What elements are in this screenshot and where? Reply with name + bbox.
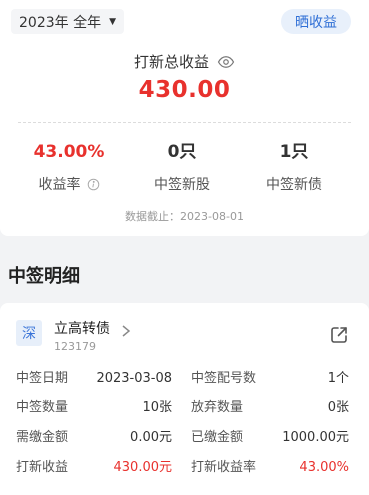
detail-key: 打新收益率	[191, 460, 257, 475]
return-rate-label: 收益率	[38, 177, 81, 193]
detail-row: 中签日期 2023-03-08 中签配号数 1个	[0, 369, 369, 389]
detail-key: 中签配号数	[191, 371, 257, 386]
caret-down-icon: ▼	[109, 16, 117, 27]
stat-new-stocks: 0只 中签新股	[122, 140, 242, 194]
dashed-divider	[18, 122, 351, 123]
return-rate-label-row: 收益率	[9, 174, 129, 194]
stat-new-bonds: 1只 中签新债	[234, 140, 354, 194]
detail-key: 需缴金额	[16, 430, 69, 445]
detail-key: 中签日期	[16, 371, 69, 386]
detail-value: 430.00元	[113, 460, 173, 475]
detail-value: 2023-03-08	[96, 371, 172, 386]
external-link-icon[interactable]	[329, 325, 349, 345]
section-title: 中签明细	[8, 266, 80, 287]
bond-name[interactable]: 立高转债	[54, 318, 110, 338]
info-icon[interactable]	[87, 178, 100, 191]
new-bonds-value: 1只	[279, 142, 309, 162]
detail-key: 已缴金额	[191, 430, 244, 445]
detail-row: 中签数量 10张 放弃数量 0张	[0, 398, 369, 418]
data-as-of: 数据截止：2023-08-01	[125, 210, 244, 223]
detail-value: 0张	[327, 400, 349, 415]
chevron-right-icon[interactable]	[119, 323, 133, 339]
total-earnings-label-row: 打新总收益	[0, 51, 369, 72]
detail-value: 10张	[142, 400, 172, 415]
market-badge: 深	[16, 320, 42, 346]
detail-value: 1000.00元	[282, 430, 349, 445]
new-stocks-label: 中签新股	[154, 177, 210, 193]
detail-value: 1个	[327, 371, 349, 386]
detail-value: 0.00元	[130, 430, 172, 445]
return-rate-value: 43.00%	[33, 142, 105, 162]
share-earnings-button[interactable]: 晒收益	[281, 9, 351, 34]
detail-row: 需缴金额 0.00元 已缴金额 1000.00元	[0, 428, 369, 448]
summary-card: 2023年 全年 ▼ 晒收益 打新总收益 430.00 43.00% 收益率 0…	[0, 0, 369, 236]
period-selector-label: 2023年 全年	[19, 14, 102, 31]
detail-key: 中签数量	[16, 400, 69, 415]
new-bonds-label: 中签新债	[266, 177, 322, 193]
total-earnings-label: 打新总收益	[133, 53, 209, 71]
detail-key: 放弃数量	[191, 400, 244, 415]
detail-value: 43.00%	[299, 460, 349, 475]
new-stocks-value: 0只	[167, 142, 197, 162]
detail-key: 打新收益	[16, 460, 69, 475]
eye-icon[interactable]	[217, 53, 235, 71]
detail-row: 打新收益 430.00元 打新收益率 43.00%	[0, 458, 369, 478]
total-earnings-value: 430.00	[138, 77, 231, 103]
stat-return-rate: 43.00% 收益率	[9, 140, 129, 194]
period-selector[interactable]: 2023年 全年 ▼	[11, 9, 125, 34]
bond-code: 123179	[54, 340, 96, 353]
